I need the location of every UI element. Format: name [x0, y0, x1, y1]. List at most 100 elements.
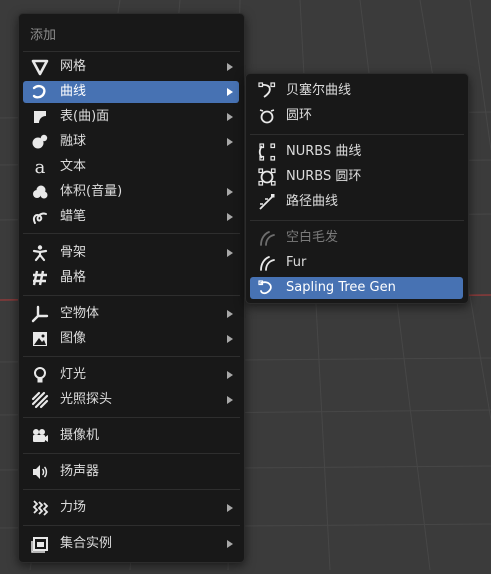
- submenu-separator: [250, 134, 464, 135]
- submenu-item-label: 空白毛发: [286, 230, 339, 245]
- text-icon: a: [31, 158, 49, 176]
- menu-item-armature[interactable]: 骨架: [23, 242, 239, 264]
- submenu-item-circle[interactable]: 圆环: [250, 105, 463, 127]
- menu-separator: [23, 453, 240, 454]
- submenu-item-label: 贝塞尔曲线: [286, 83, 352, 98]
- submenu-arrow-icon: [227, 188, 233, 196]
- submenu-item-empty-hair[interactable]: 空白毛发: [250, 227, 463, 249]
- bezier-circle-icon: [258, 107, 276, 125]
- light-icon: [31, 366, 49, 384]
- menu-item-surface[interactable]: 表(曲)面: [23, 106, 239, 128]
- empty-icon: [31, 305, 49, 323]
- camera-icon: [31, 427, 49, 445]
- menu-item-label: 网格: [60, 59, 87, 74]
- submenu-arrow-icon: [227, 213, 233, 221]
- submenu-item-label: 圆环: [286, 108, 313, 123]
- menu-item-label: 融球: [60, 134, 87, 149]
- menu-item-label: 蜡笔: [60, 209, 87, 224]
- menu-item-label: 图像: [60, 331, 87, 346]
- menu-item-label: 骨架: [60, 245, 87, 260]
- submenu-arrow-icon: [227, 63, 233, 71]
- empty-hair-icon: [258, 229, 276, 247]
- menu-separator: [23, 417, 240, 418]
- menu-separator: [23, 489, 240, 490]
- lattice-icon: [31, 269, 49, 287]
- menu-separator: [23, 356, 240, 357]
- image-icon: [31, 330, 49, 348]
- menu-item-label: 空物体: [60, 306, 100, 321]
- submenu-item-fur[interactable]: Fur: [250, 252, 463, 274]
- menu-separator: [23, 525, 240, 526]
- submenu-item-nurbs-curve[interactable]: NURBS 曲线: [250, 141, 463, 163]
- menu-item-label: 摄像机: [60, 428, 100, 443]
- menu-item-camera[interactable]: 摄像机: [23, 425, 239, 447]
- submenu-arrow-icon: [227, 335, 233, 343]
- svg-text:a: a: [35, 158, 46, 176]
- menu-item-label: 力场: [60, 500, 87, 515]
- metaball-icon: [31, 133, 49, 151]
- menu-item-light-probe[interactable]: 光照探头: [23, 389, 239, 411]
- menu-item-label: 体积(音量): [60, 184, 123, 199]
- curve-submenu: 贝塞尔曲线 圆环 NURBS 曲线 NURBS 圆环 路径曲线 空白毛发 Fur…: [245, 73, 469, 304]
- menu-separator: [23, 51, 240, 52]
- submenu-arrow-icon: [227, 396, 233, 404]
- curve-icon: [31, 83, 49, 101]
- mesh-icon: [31, 58, 49, 76]
- menu-item-collection-instance[interactable]: 集合实例: [23, 533, 239, 555]
- menu-item-text[interactable]: a 文本: [23, 156, 239, 178]
- speaker-icon: [31, 463, 49, 481]
- path-curve-icon: [258, 193, 276, 211]
- menu-item-volume[interactable]: 体积(音量): [23, 181, 239, 203]
- submenu-arrow-icon: [227, 371, 233, 379]
- nurbs-circle-icon: [258, 168, 276, 186]
- menu-item-label: 集合实例: [60, 536, 113, 551]
- submenu-arrow-icon: [227, 88, 233, 96]
- submenu-arrow-icon: [227, 310, 233, 318]
- menu-item-label: 光照探头: [60, 392, 113, 407]
- menu-item-label: 表(曲)面: [60, 109, 110, 124]
- submenu-arrow-icon: [227, 113, 233, 121]
- fur-icon: [258, 254, 276, 272]
- menu-item-label: 扬声器: [60, 464, 100, 479]
- menu-item-curve[interactable]: 曲线: [23, 81, 239, 103]
- submenu-arrow-icon: [227, 249, 233, 257]
- submenu-item-label: Sapling Tree Gen: [286, 280, 396, 295]
- add-menu: 添加 网格 曲线 表(曲)面 融球 a 文本 体积(音量) 蜡笔 骨架 晶格 空…: [18, 13, 245, 563]
- submenu-item-label: 路径曲线: [286, 194, 339, 209]
- sapling-tree-icon: [258, 279, 276, 297]
- surface-icon: [31, 108, 49, 126]
- submenu-arrow-icon: [227, 504, 233, 512]
- menu-item-light[interactable]: 灯光: [23, 364, 239, 386]
- bezier-curve-icon: [258, 82, 276, 100]
- menu-separator: [23, 295, 240, 296]
- menu-item-metaball[interactable]: 融球: [23, 131, 239, 153]
- menu-item-image[interactable]: 图像: [23, 328, 239, 350]
- submenu-arrow-icon: [227, 138, 233, 146]
- volume-icon: [31, 183, 49, 201]
- grease-pencil-icon: [31, 208, 49, 226]
- light-probe-icon: [31, 391, 49, 409]
- nurbs-curve-icon: [258, 143, 276, 161]
- menu-item-grease-pencil[interactable]: 蜡笔: [23, 206, 239, 228]
- submenu-item-nurbs-circle[interactable]: NURBS 圆环: [250, 166, 463, 188]
- submenu-item-bezier[interactable]: 贝塞尔曲线: [250, 80, 463, 102]
- collection-instance-icon: [31, 535, 49, 553]
- submenu-item-label: NURBS 圆环: [286, 169, 362, 184]
- armature-icon: [31, 244, 49, 262]
- menu-item-label: 文本: [60, 159, 87, 174]
- menu-item-speaker[interactable]: 扬声器: [23, 461, 239, 483]
- submenu-item-sapling-tree-gen[interactable]: Sapling Tree Gen: [250, 277, 463, 299]
- submenu-item-label: Fur: [286, 255, 307, 270]
- force-field-icon: [31, 499, 49, 517]
- submenu-arrow-icon: [227, 540, 233, 548]
- menu-title: 添加: [30, 28, 57, 43]
- menu-item-empty[interactable]: 空物体: [23, 303, 239, 325]
- menu-item-force-field[interactable]: 力场: [23, 497, 239, 519]
- menu-item-mesh[interactable]: 网格: [23, 56, 239, 78]
- menu-item-lattice[interactable]: 晶格: [23, 267, 239, 289]
- menu-item-label: 曲线: [60, 84, 87, 99]
- menu-item-label: 晶格: [60, 270, 87, 285]
- submenu-item-path[interactable]: 路径曲线: [250, 191, 463, 213]
- submenu-separator: [250, 220, 464, 221]
- menu-item-label: 灯光: [60, 367, 87, 382]
